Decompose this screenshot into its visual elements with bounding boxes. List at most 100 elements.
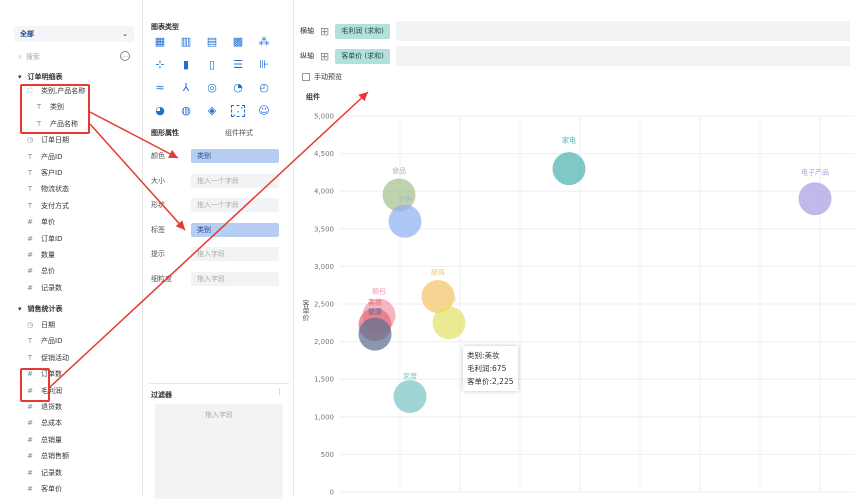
search-icon: ⌕	[18, 52, 22, 61]
manual-preview-checkbox[interactable]: 手动预览	[302, 72, 342, 82]
chart-type-icon[interactable]: ⊹	[153, 59, 167, 71]
chart-type-icon[interactable]: ⋰	[231, 105, 245, 118]
field-item[interactable]: # 记录数	[25, 281, 62, 295]
field-label: 促销活动	[41, 353, 69, 362]
tab-component-style[interactable]: 组件样式	[225, 128, 253, 138]
field-label: 总成本	[41, 419, 62, 428]
property-dropzone[interactable]: 拖入一个字段	[191, 198, 279, 212]
field-group-label: 订单明细表	[27, 73, 63, 81]
field-item[interactable]: # 总价	[25, 264, 55, 278]
field-item[interactable]: # 客单价	[25, 482, 62, 496]
chart-config-panel: 图表类型 ▦ ▥ ▤ ▩ ⁂ ⊹ ▮ ▯ ☰ ⊪ ≈ ⅄ ◎ ◔ ◴ ◕ ◍ ◈ ⋰ ☺ 图形属性 组件样式 颜色 类别…	[143, 0, 293, 499]
chart-type-icon[interactable]: ▦	[153, 36, 167, 48]
field-group[interactable]: ▾ 订单明细表	[18, 70, 63, 84]
x-axis-field[interactable]: 毛利润 (求和)	[335, 23, 391, 39]
chart-types-title: 图表类型	[151, 23, 179, 31]
chart-type-icon[interactable]: ▤	[205, 36, 219, 48]
field-group[interactable]: ▾ 销售统计表	[18, 302, 63, 316]
number-icon: #	[27, 485, 33, 493]
field-panel: 全部 ⌄ ⌕ 搜索 … ▾ 订单明细表 ⛶ 类别,产品名称 T 类别 T 产品名称 ◷ 订单日期 T…	[0, 0, 143, 495]
property-row: 提示 拖入字段	[151, 246, 281, 262]
field-label: 订单日期	[41, 136, 69, 145]
chart-type-icon[interactable]: ≈	[153, 82, 167, 94]
field-item[interactable]: # 记录数	[25, 466, 62, 480]
tab-graph-attr[interactable]: 图形属性	[151, 128, 179, 138]
field-item[interactable]: # 单价	[25, 215, 55, 229]
chart-type-icon[interactable]: ◎	[205, 82, 219, 94]
field-label: 退货数	[41, 403, 62, 411]
property-row: 细粒度 拖入字段	[151, 271, 281, 287]
field-item[interactable]: # 退货数	[25, 400, 62, 414]
chart-type-icon[interactable]: ⅄	[179, 82, 193, 94]
chart-tooltip: 类别:美妆 毛利润:675 客单价:2,225	[463, 346, 518, 391]
axis-icon[interactable]: ⊞	[320, 25, 329, 38]
y-axis-label: 纵轴	[300, 52, 314, 60]
field-label: 产品ID	[41, 152, 63, 161]
chart-type-icon[interactable]: ◍	[179, 105, 193, 117]
chart-type-icon[interactable]: ◴	[257, 82, 271, 94]
chart-type-icon[interactable]: ◕	[153, 105, 167, 117]
property-dropzone[interactable]: 类别	[191, 149, 279, 163]
axis-icon[interactable]: ⊞	[320, 50, 329, 63]
chart-type-icon[interactable]: ☰	[231, 59, 245, 71]
chart-type-icon[interactable]: ▯	[205, 59, 219, 71]
chart-type-icon[interactable]: ▩	[231, 36, 245, 48]
chart-type-icon[interactable]: ▥	[179, 36, 193, 48]
text-icon: T	[27, 152, 33, 161]
y-axis-dropzone[interactable]	[396, 46, 850, 66]
field-label: 记录数	[41, 468, 62, 477]
field-item[interactable]: ◷ 日期	[25, 318, 55, 332]
text-icon: T	[27, 185, 33, 194]
field-item[interactable]: # 总销售额	[25, 449, 69, 463]
field-item[interactable]: T 物流状态	[25, 182, 69, 196]
manual-preview-label: 手动预览	[314, 73, 342, 81]
field-item[interactable]: # 总成本	[25, 416, 62, 430]
property-dropzone[interactable]: 拖入字段	[191, 271, 279, 286]
field-item[interactable]: ◷ 订单日期	[25, 133, 69, 147]
tooltip-line: 类别:美妆	[467, 351, 500, 360]
number-icon: #	[27, 468, 33, 477]
component-tag: 组件	[306, 93, 320, 101]
chart-type-icon[interactable]: ▮	[179, 59, 193, 71]
more-icon[interactable]: …	[120, 51, 130, 61]
property-label: 颜色	[151, 152, 165, 160]
number-icon: #	[27, 452, 33, 461]
field-item[interactable]: # 订单ID	[25, 232, 62, 246]
chart-type-icon[interactable]: ⊪	[257, 59, 271, 71]
field-label: 物流状态	[41, 185, 69, 194]
property-dropzone[interactable]: 拖入一个字段	[191, 173, 279, 188]
x-axis-row: 横轴 ⊞ 毛利润 (求和)	[300, 20, 850, 42]
property-label: 大小	[151, 176, 165, 185]
property-label: 形状	[151, 201, 165, 209]
chart-type-icon[interactable]: ☺	[257, 105, 271, 117]
chart-type-icon[interactable]: ◔	[231, 82, 245, 94]
text-icon: T	[27, 337, 33, 346]
property-dropzone[interactable]: 类别	[191, 222, 279, 237]
field-item[interactable]: T 产品ID	[25, 150, 63, 164]
number-icon: #	[27, 283, 33, 292]
dataset-select[interactable]: 全部 ⌄	[14, 26, 134, 42]
property-label: 细粒度	[151, 274, 172, 283]
property-row: 颜色 类别	[151, 148, 281, 164]
y-axis-field[interactable]: 客单价 (求和)	[335, 48, 391, 64]
field-item[interactable]: # 总销量	[25, 433, 62, 447]
field-item[interactable]: T 客户ID	[25, 166, 63, 180]
more-vert-icon[interactable]: ⋮	[276, 388, 283, 396]
x-axis-dropzone[interactable]	[396, 21, 850, 41]
search-input[interactable]: ⌕ 搜索 …	[18, 50, 130, 64]
filter-section: 过滤器 ⋮ 拖入字段	[149, 383, 289, 499]
checkbox-box	[302, 73, 310, 81]
filter-placeholder: 拖入字段	[205, 411, 233, 419]
caret-icon: ▾	[18, 305, 22, 313]
field-item[interactable]: T 促销活动	[25, 351, 69, 365]
chart-type-icon[interactable]: ◈	[205, 105, 219, 117]
filter-dropzone[interactable]: 拖入字段	[155, 404, 283, 499]
field-item[interactable]: T 产品ID	[25, 334, 63, 348]
field-item[interactable]: T 支付方式	[25, 199, 69, 213]
text-icon: T	[27, 169, 33, 177]
chart-type-icon[interactable]: ⁂	[257, 36, 271, 48]
field-label: 数量	[41, 251, 55, 259]
property-dropzone[interactable]: 拖入字段	[191, 247, 279, 261]
field-item[interactable]: # 数量	[25, 248, 55, 262]
clock-icon: ◷	[26, 136, 34, 145]
